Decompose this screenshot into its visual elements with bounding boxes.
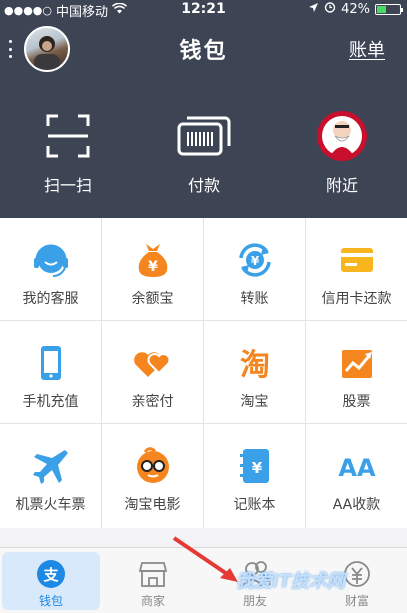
phone-recharge-icon <box>0 339 101 387</box>
service-credit-card[interactable]: 信用卡还款 <box>306 218 407 320</box>
customer-service-icon <box>0 236 101 284</box>
wallet-header-panel: ●●●●○ 中国移动 12:21 42% 钱包 账单 扫一扫 付款 附近 <box>0 0 407 218</box>
status-bar: ●●●●○ 中国移动 12:21 42% <box>0 0 407 20</box>
service-label: 信用卡还款 <box>321 291 392 307</box>
grid-divider <box>0 423 407 424</box>
grid-divider <box>101 218 102 528</box>
service-transfer[interactable]: ¥ 转账 <box>204 218 305 320</box>
status-right: 42% <box>308 1 403 17</box>
quick-action-label: 付款 <box>187 176 220 195</box>
location-icon <box>308 2 319 17</box>
aa-icon: AA <box>306 442 407 490</box>
page-title: 钱包 <box>179 39 228 64</box>
tab-label: 朋友 <box>242 594 267 608</box>
svg-text:AA: AA <box>338 454 376 482</box>
quick-action-scan[interactable]: 扫一扫 <box>8 110 128 210</box>
airplane-icon <box>0 442 101 490</box>
service-label: 机票火车票 <box>15 497 86 513</box>
service-flights-trains[interactable]: 机票火车票 <box>0 424 101 526</box>
quick-action-pay[interactable]: 付款 <box>144 110 264 210</box>
svg-text:淘: 淘 <box>240 348 270 383</box>
scan-icon <box>38 110 98 162</box>
quick-action-label: 扫一扫 <box>43 176 92 195</box>
grid-divider <box>305 218 306 528</box>
grid-divider <box>0 320 407 321</box>
tab-label: 钱包 <box>38 594 63 608</box>
navigation-bar: 钱包 账单 <box>0 20 407 80</box>
taobao-icon: 淘 <box>204 339 305 387</box>
annotation-arrow-icon <box>172 536 242 590</box>
bill-link[interactable]: 账单 <box>349 36 385 62</box>
hearts-icon <box>102 339 203 387</box>
service-label: 转账 <box>240 291 269 307</box>
tab-label: 财富 <box>344 594 369 608</box>
stocks-icon <box>306 339 407 387</box>
services-grid: 我的客服 ¥ 余额宝 ¥ 转账 信用卡还款 手机充值 亲密付 淘 淘宝 股票 机… <box>0 218 407 528</box>
service-phone-recharge[interactable]: 手机充值 <box>0 321 101 423</box>
credit-card-icon <box>306 236 407 284</box>
service-label: 亲密付 <box>131 394 174 410</box>
movie-glasses-icon <box>102 442 203 490</box>
service-label: 股票 <box>342 394 371 410</box>
service-stocks[interactable]: 股票 <box>306 321 407 423</box>
service-label: 手机充值 <box>22 394 79 410</box>
grid-divider <box>203 218 204 528</box>
svg-text:¥: ¥ <box>148 259 158 275</box>
service-label: 淘宝电影 <box>124 497 181 513</box>
svg-text:支: 支 <box>42 566 59 584</box>
svg-text:¥: ¥ <box>250 254 259 268</box>
service-label: 记账本 <box>233 497 276 513</box>
service-label: AA收款 <box>332 497 381 513</box>
service-taobao-movie[interactable]: 淘宝电影 <box>102 424 203 526</box>
transfer-icon: ¥ <box>204 236 305 284</box>
service-taobao[interactable]: 淘 淘宝 <box>204 321 305 423</box>
service-aa-collect[interactable]: AA AA收款 <box>306 424 407 526</box>
barcode-card-icon <box>174 110 234 162</box>
service-yuebao[interactable]: ¥ 余额宝 <box>102 218 203 320</box>
alipay-icon: 支 <box>2 558 100 590</box>
service-label: 淘宝 <box>240 394 269 410</box>
service-label: 余额宝 <box>131 291 174 307</box>
service-intimate-pay[interactable]: 亲密付 <box>102 321 203 423</box>
tab-wallet[interactable]: 支 钱包 <box>2 552 100 610</box>
service-customer-service[interactable]: 我的客服 <box>0 218 101 320</box>
svg-text:¥: ¥ <box>251 459 262 477</box>
account-book-icon: ¥ <box>204 442 305 490</box>
tab-label: 商家 <box>140 594 165 608</box>
battery-percent: 42% <box>341 1 370 17</box>
quick-action-label: 附近 <box>325 176 358 195</box>
yuebao-bag-icon: ¥ <box>102 236 203 284</box>
battery-icon <box>375 3 403 15</box>
watermark-text: 我爱IT技术网 <box>236 571 345 592</box>
service-label: 我的客服 <box>22 291 79 307</box>
alarm-icon <box>324 1 336 17</box>
kfc-logo-icon <box>312 110 372 162</box>
service-account-book[interactable]: ¥ 记账本 <box>204 424 305 526</box>
quick-action-nearby[interactable]: 附近 <box>282 110 402 210</box>
